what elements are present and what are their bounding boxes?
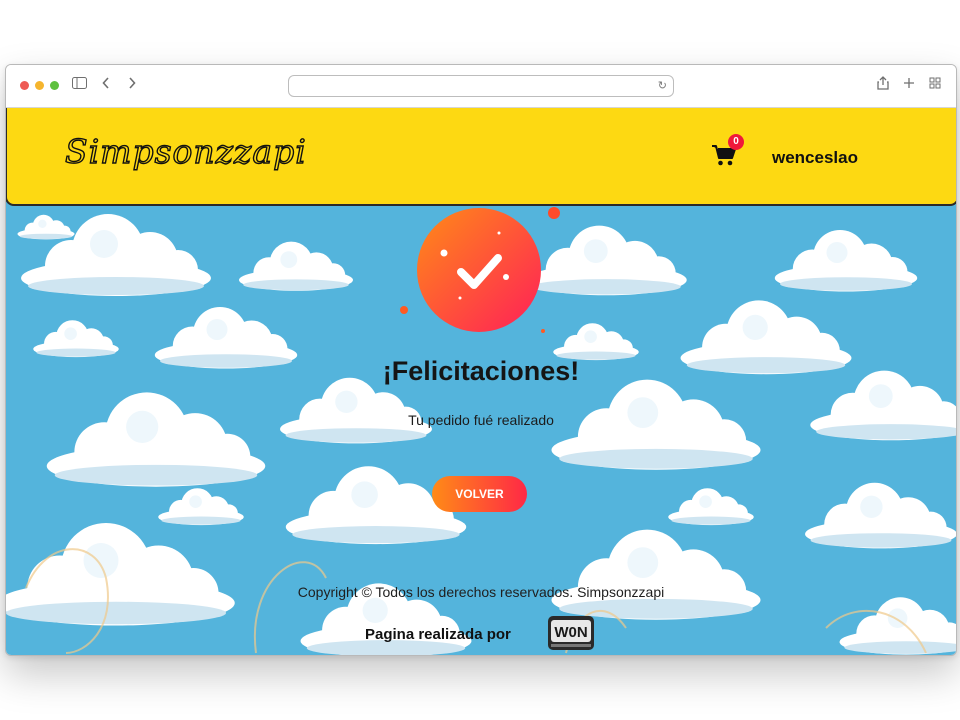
cart-count-badge: 0 <box>728 134 744 150</box>
footer-credit: Pagina realizada por <box>365 626 511 643</box>
page-viewport: Simpsonzzapi 0 wenceslao ¡Felicitaciones… <box>6 108 956 655</box>
back-icon[interactable] <box>102 76 110 94</box>
forward-icon[interactable] <box>128 76 136 94</box>
top-navbar: Simpsonzzapi 0 wenceslao <box>6 108 956 206</box>
volver-button[interactable]: VOLVER <box>432 476 527 512</box>
browser-window: ↻ Simpsonzzapi 0 wenceslao ¡Felicitacion… <box>5 64 957 656</box>
author-logo[interactable]: W0N <box>547 615 595 651</box>
minimize-window-button[interactable] <box>35 81 44 90</box>
author-logo-text: W0N <box>554 624 587 641</box>
page-title: ¡Felicitaciones! <box>382 356 580 386</box>
address-bar[interactable]: ↻ <box>288 75 674 97</box>
order-status-text: Tu pedido fué realizado <box>408 412 554 428</box>
footer-copyright: Copyright © Todos los derechos reservado… <box>297 584 665 600</box>
reload-icon[interactable]: ↻ <box>658 77 667 95</box>
share-icon[interactable] <box>877 76 889 95</box>
tabs-overview-icon[interactable] <box>929 76 941 94</box>
user-menu[interactable]: wenceslao <box>772 148 858 168</box>
browser-toolbar: ↻ <box>6 65 956 108</box>
new-tab-icon[interactable] <box>903 76 915 94</box>
close-window-button[interactable] <box>20 81 29 90</box>
sidebar-icon[interactable] <box>72 76 87 94</box>
maximize-window-button[interactable] <box>50 81 59 90</box>
site-logo[interactable]: Simpsonzzapi <box>64 131 307 171</box>
